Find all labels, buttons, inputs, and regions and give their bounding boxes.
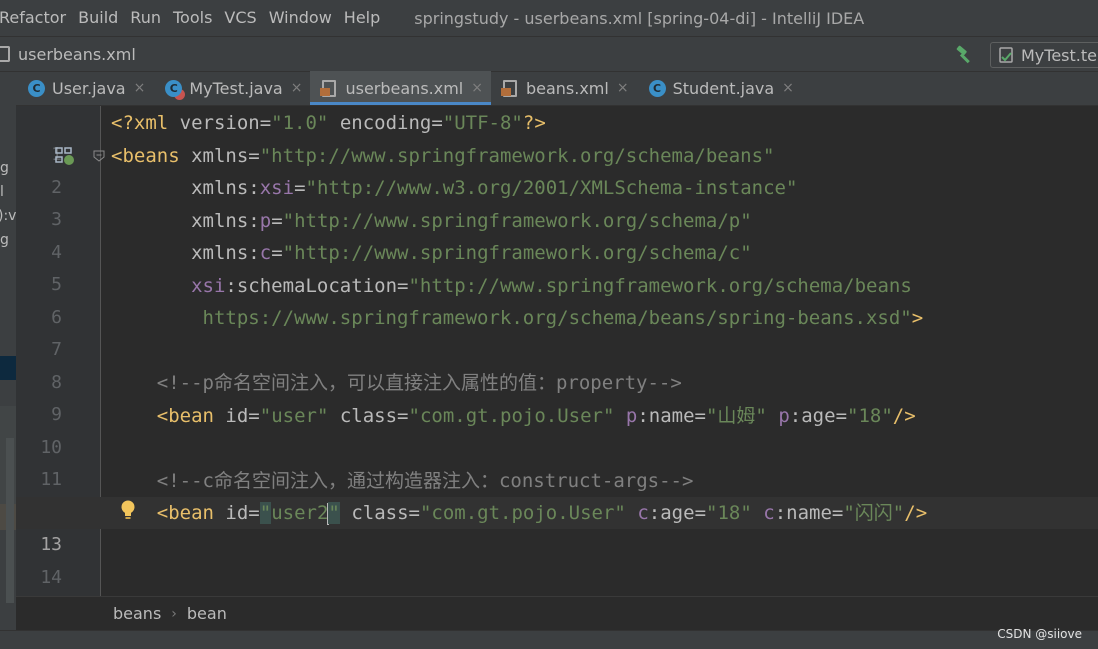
project-panel-edge[interactable]: g l ):v g <box>0 72 16 632</box>
class-icon: C <box>648 79 666 97</box>
project-tree-fragment: g <box>0 232 9 248</box>
menu-refactor[interactable]: Refactor <box>0 0 72 36</box>
project-tree-fragment: ):v <box>0 208 16 224</box>
code-line[interactable]: 14 <box>16 530 1098 588</box>
close-icon[interactable]: × <box>134 80 146 96</box>
menu-build[interactable]: Build <box>72 0 124 36</box>
menu-tools[interactable]: Tools <box>167 0 218 36</box>
code-line[interactable]: 2 <beans xmlns="http://www.springframewo… <box>16 140 1098 198</box>
editor-tab-bar: C User.java × C MyTest.java × userbeans.… <box>16 71 1098 106</box>
window-title: springstudy - userbeans.xml [spring-04-d… <box>414 8 865 28</box>
test-run-icon <box>999 47 1013 63</box>
run-configuration-selector[interactable]: MyTest.te <box>990 42 1098 68</box>
code-line[interactable]: 1 <?xml version="1.0" encoding="UTF-8"?> <box>16 107 1098 165</box>
chevron-right-icon: › <box>171 605 177 622</box>
xml-icon <box>320 79 337 97</box>
code-line[interactable]: 4 xmlns:p="http://www.springframework.or… <box>16 205 1098 263</box>
tab-label: Student.java <box>672 78 775 98</box>
selected-tree-row <box>0 356 16 380</box>
menu-vcs[interactable]: VCS <box>218 0 262 36</box>
menu-window[interactable]: Window <box>263 0 338 36</box>
tab-mytest-java[interactable]: C MyTest.java × <box>153 71 310 105</box>
spring-bean-gutter-icon[interactable] <box>55 146 75 166</box>
code-line[interactable]: 5 xmlns:c="http://www.springframework.or… <box>16 237 1098 295</box>
tab-user-java[interactable]: C User.java × <box>16 71 153 105</box>
test-class-icon: C <box>165 79 183 97</box>
code-line[interactable]: 6 xsi:schemaLocation="http://www.springf… <box>16 270 1098 328</box>
tab-label: userbeans.xml <box>345 78 464 98</box>
tab-label: User.java <box>52 78 126 98</box>
watermark: CSDN @siiove <box>997 627 1082 641</box>
project-tree-fragment: l <box>0 184 4 200</box>
nav-file-name[interactable]: userbeans.xml <box>18 45 136 64</box>
breadcrumb-item-bean[interactable]: bean <box>187 604 227 623</box>
class-icon: C <box>28 79 45 97</box>
fold-icon[interactable] <box>93 150 105 162</box>
structure-breadcrumb: beans › bean <box>16 596 1098 630</box>
code-line-current[interactable]: 13 <bean id="user2" class="com.gt.pojo.U… <box>16 497 1098 555</box>
menu-run[interactable]: Run <box>124 0 167 36</box>
navigation-bar: userbeans.xml MyTest.te <box>0 36 1098 72</box>
close-icon[interactable]: × <box>291 80 303 96</box>
project-tree-fragment: g <box>0 160 9 176</box>
tab-label: beans.xml <box>525 78 609 98</box>
xml-icon <box>500 79 517 97</box>
scrollbar[interactable] <box>6 438 14 603</box>
code-line[interactable]: 12 <!--c命名空间注入，通过构造器注入：construct-args--> <box>16 465 1098 523</box>
tab-userbeans-xml[interactable]: userbeans.xml × <box>310 71 491 105</box>
code-line[interactable]: 15 <box>16 562 1098 620</box>
run-configuration-label: MyTest.te <box>1021 45 1097 65</box>
menu-bar: Refactor Build Run Tools VCS Window Help… <box>0 0 1098 36</box>
lightbulb-icon[interactable] <box>120 499 136 521</box>
code-line[interactable]: 7 https://www.springframework.org/schema… <box>16 302 1098 360</box>
code-line[interactable]: 11 <box>16 432 1098 490</box>
code-line[interactable]: 9 <!--p命名空间注入，可以直接注入属性的值：property--> <box>16 367 1098 425</box>
code-line[interactable]: 8 <box>16 335 1098 393</box>
breadcrumb-item-beans[interactable]: beans <box>113 604 161 623</box>
close-icon[interactable]: × <box>471 80 483 96</box>
close-icon[interactable]: × <box>617 80 629 96</box>
tab-label: MyTest.java <box>189 78 283 98</box>
status-bar <box>0 630 1098 649</box>
close-icon[interactable]: × <box>782 80 794 96</box>
xml-file-icon <box>0 46 10 62</box>
build-hammer-icon[interactable] <box>954 44 976 66</box>
code-line[interactable]: 3 xmlns:xsi="http://www.w3.org/2001/XMLS… <box>16 172 1098 230</box>
tab-student-java[interactable]: C Student.java × <box>637 71 802 105</box>
menu-help[interactable]: Help <box>338 0 386 36</box>
tab-beans-xml[interactable]: beans.xml × <box>491 71 637 105</box>
code-line[interactable]: 10 <bean id="user" class="com.gt.pojo.Us… <box>16 400 1098 458</box>
